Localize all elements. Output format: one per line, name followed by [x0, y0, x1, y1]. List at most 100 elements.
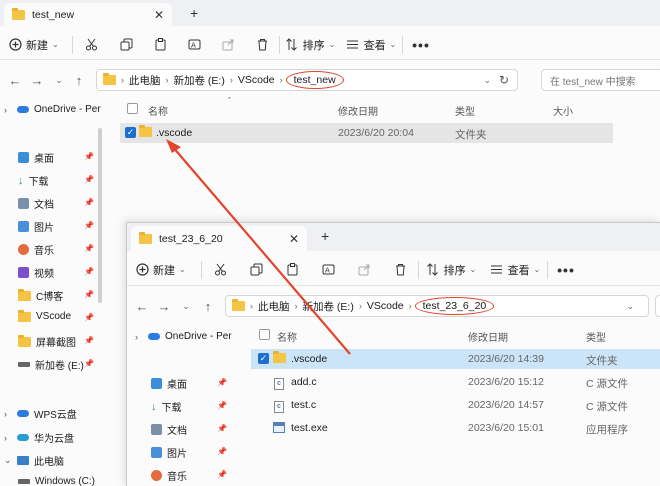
- rename-button[interactable]: A: [310, 259, 346, 281]
- share-button[interactable]: [211, 34, 245, 56]
- copy-button[interactable]: [238, 259, 274, 281]
- new-button[interactable]: 新建 ⌄: [8, 34, 72, 56]
- nav-item-music[interactable]: 音乐: [18, 242, 54, 257]
- pin-icon[interactable]: 📌: [84, 198, 94, 207]
- column-header-name[interactable]: 名称: [277, 329, 297, 344]
- nav-item-documents[interactable]: 文档: [151, 422, 187, 437]
- breadcrumb-test-23-6-20[interactable]: test_23_6_20: [414, 297, 495, 315]
- nav-item-c-blog[interactable]: C博客: [18, 288, 63, 303]
- chevron-down-icon[interactable]: ⌄: [483, 75, 491, 86]
- file-row[interactable]: test.exe 2023/6/20 15:01 应用程序: [251, 418, 660, 438]
- breadcrumb-this-pc[interactable]: 此电脑: [258, 299, 290, 314]
- pin-icon[interactable]: 📌: [84, 244, 94, 253]
- nav-item-downloads[interactable]: ↓ 下载: [18, 173, 49, 189]
- paste-button[interactable]: [143, 34, 177, 56]
- file-row[interactable]: c test.c 2023/6/20 14:57 C 源文件: [251, 395, 660, 415]
- new-tab-button[interactable]: +: [321, 228, 329, 244]
- column-header-type[interactable]: 类型: [586, 329, 606, 344]
- cut-button[interactable]: [202, 259, 238, 281]
- nav-item-drive-c[interactable]: Windows (C:): [18, 476, 95, 486]
- breadcrumb-vscode[interactable]: VScode: [238, 74, 275, 86]
- recent-chevron-icon[interactable]: ⌄: [48, 75, 70, 86]
- pin-icon[interactable]: 📌: [217, 401, 227, 410]
- search-input[interactable]: 在 test_new 中搜索: [541, 69, 660, 91]
- nav-item-this-pc[interactable]: ⌄ 此电脑: [4, 453, 64, 468]
- nav-item-screenshots[interactable]: 屏幕截图: [18, 334, 76, 349]
- nav-item-videos[interactable]: 视频: [18, 265, 54, 280]
- nav-item-desktop[interactable]: 桌面: [151, 376, 187, 391]
- file-row[interactable]: c add.c 2023/6/20 15:12 C 源文件: [251, 372, 660, 392]
- cut-button[interactable]: [73, 34, 109, 56]
- nav-item-huawei-cloud[interactable]: › 华为云盘: [4, 430, 74, 446]
- close-tab-icon[interactable]: ✕: [289, 232, 299, 246]
- address-bar[interactable]: › 此电脑 › 新加卷 (E:) › VScode › test_23_6_20…: [225, 295, 649, 317]
- nav-item-onedrive[interactable]: › OneDrive - Per: [4, 104, 101, 115]
- nav-item-pictures[interactable]: 图片: [151, 445, 187, 460]
- breadcrumb-this-pc[interactable]: 此电脑: [129, 73, 161, 88]
- pin-icon[interactable]: 📌: [217, 447, 227, 456]
- share-button[interactable]: [346, 259, 382, 281]
- copy-button[interactable]: [109, 34, 143, 56]
- delete-button[interactable]: [382, 259, 418, 281]
- nav-item-pictures[interactable]: 图片: [18, 219, 54, 234]
- chevron-down-icon[interactable]: ⌄: [626, 301, 634, 312]
- select-all-checkbox[interactable]: [127, 103, 138, 114]
- nav-item-wps-cloud[interactable]: › WPS云盘: [4, 406, 77, 422]
- nav-item-documents[interactable]: 文档: [18, 196, 54, 211]
- nav-item-downloads[interactable]: ↓ 下载: [151, 399, 182, 415]
- pin-icon[interactable]: 📌: [84, 290, 94, 299]
- column-header-type[interactable]: 类型: [455, 103, 475, 118]
- up-arrow-icon[interactable]: ↑: [197, 299, 219, 314]
- sort-button[interactable]: 排序 ⌄: [419, 259, 483, 281]
- tab-test-23-6-20[interactable]: test_23_6_20 ✕: [131, 226, 307, 251]
- file-row[interactable]: ✓ .vscode 2023/6/20 14:39 文件夹: [251, 349, 660, 369]
- back-arrow-icon[interactable]: ←: [4, 73, 26, 88]
- column-header-size[interactable]: 大小: [553, 103, 573, 118]
- view-button[interactable]: 查看 ⌄: [483, 259, 547, 281]
- tab-test-new[interactable]: test_new ✕: [4, 3, 172, 26]
- recent-chevron-icon[interactable]: ⌄: [175, 301, 197, 312]
- breadcrumb-drive-e[interactable]: 新加卷 (E:): [303, 299, 354, 314]
- column-header-date[interactable]: 修改日期: [338, 103, 378, 118]
- sort-button[interactable]: 排序 ⌄: [280, 34, 340, 56]
- select-all-checkbox[interactable]: [259, 329, 270, 340]
- search-input[interactable]: [655, 295, 660, 317]
- checkbox-checked-icon[interactable]: ✓: [258, 353, 269, 364]
- new-tab-button[interactable]: +: [190, 5, 198, 21]
- refresh-icon[interactable]: ↻: [499, 73, 509, 87]
- delete-button[interactable]: [245, 34, 279, 56]
- pin-icon[interactable]: 📌: [84, 359, 94, 368]
- new-button[interactable]: 新建 ⌄: [135, 259, 201, 281]
- pin-icon[interactable]: 📌: [84, 152, 94, 161]
- breadcrumb-test-new[interactable]: test_new: [285, 71, 344, 89]
- breadcrumb-vscode[interactable]: VScode: [367, 300, 404, 312]
- column-header-date[interactable]: 修改日期: [468, 329, 508, 344]
- forward-arrow-icon[interactable]: →: [153, 299, 175, 314]
- pin-icon[interactable]: 📌: [84, 221, 94, 230]
- address-bar[interactable]: › 此电脑 › 新加卷 (E:) › VScode › test_new ⌄ ↻: [96, 69, 518, 91]
- scrollbar[interactable]: [98, 128, 102, 303]
- up-arrow-icon[interactable]: ↑: [68, 73, 90, 88]
- more-options-button[interactable]: •••: [403, 34, 439, 56]
- nav-item-music[interactable]: 音乐: [151, 468, 187, 483]
- column-header-name[interactable]: 名称: [148, 103, 168, 118]
- pin-icon[interactable]: 📌: [84, 267, 94, 276]
- pin-icon[interactable]: 📌: [84, 336, 94, 345]
- pin-icon[interactable]: 📌: [217, 470, 227, 479]
- breadcrumb-drive-e[interactable]: 新加卷 (E:): [174, 73, 225, 88]
- pin-icon[interactable]: 📌: [217, 378, 227, 387]
- nav-item-desktop[interactable]: 桌面: [18, 150, 54, 165]
- nav-item-vscode[interactable]: VScode: [18, 309, 71, 322]
- file-row[interactable]: ✓ .vscode 2023/6/20 20:04 文件夹: [120, 123, 613, 143]
- forward-arrow-icon[interactable]: →: [26, 73, 48, 88]
- back-arrow-icon[interactable]: ←: [131, 299, 153, 314]
- view-button[interactable]: 查看 ⌄: [340, 34, 402, 56]
- nav-item-drive-e[interactable]: 新加卷 (E:): [18, 357, 84, 372]
- pin-icon[interactable]: 📌: [84, 313, 94, 322]
- rename-button[interactable]: A: [177, 34, 211, 56]
- checkbox-checked-icon[interactable]: ✓: [125, 127, 136, 138]
- close-tab-icon[interactable]: ✕: [154, 8, 164, 22]
- pin-icon[interactable]: 📌: [217, 424, 227, 433]
- more-options-button[interactable]: •••: [548, 259, 584, 281]
- nav-item-onedrive[interactable]: › OneDrive - Per: [135, 331, 232, 342]
